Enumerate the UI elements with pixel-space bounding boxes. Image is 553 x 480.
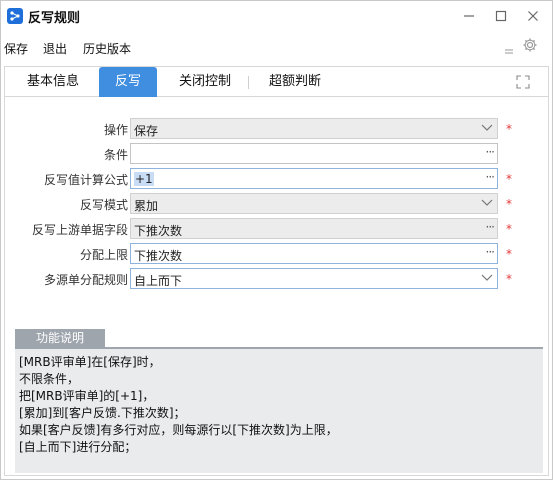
description-line: [MRB评审单]在[保存]时， <box>19 355 161 369</box>
operation-value: 保存 <box>134 124 159 138</box>
menu-bar: 保存 退出 历史版本 <box>1 34 552 60</box>
label-formula: 反写值计算公式 <box>43 173 128 187</box>
condition-ellipsis-button[interactable]: ··· <box>486 145 496 159</box>
tab-panel: 基本信息 反写 关闭控制 超额判断 操作 保存 * 条件 ··· 反写值计算公式… <box>4 66 549 476</box>
tab-close-control[interactable]: 关闭控制 <box>165 67 245 97</box>
required-mark: * <box>506 247 512 261</box>
menu-save[interactable]: 保存 <box>4 40 28 57</box>
label-upstream-field: 反写上游单据字段 <box>31 223 128 237</box>
label-multi-rule: 多源单分配规则 <box>43 273 128 287</box>
formula-field[interactable]: +1 ··· <box>130 168 498 189</box>
maximize-icon <box>495 10 507 22</box>
label-condition: 条件 <box>103 148 128 162</box>
mode-select[interactable]: 累加 <box>130 193 498 214</box>
upstream-field[interactable]: 下推次数 ··· <box>130 218 498 239</box>
required-mark: * <box>506 272 512 286</box>
required-mark: * <box>506 197 512 211</box>
row-upstream-field: 反写上游单据字段 下推次数 ··· * <box>5 218 548 239</box>
tab-writeback[interactable]: 反写 <box>99 67 157 97</box>
formula-value: +1 <box>134 172 154 186</box>
chevron-down-icon <box>481 124 493 131</box>
tab-overlimit[interactable]: 超额判断 <box>255 67 335 97</box>
close-button[interactable] <box>518 5 548 27</box>
multi-rule-select[interactable]: 自上而下 <box>130 268 498 289</box>
description-panel: [MRB评审单]在[保存]时， 不限条件， 把[MRB评审单]的[+1]， [累… <box>15 347 543 473</box>
tab-bar: 基本信息 反写 关闭控制 超额判断 <box>5 67 548 97</box>
minimize-icon <box>464 15 474 17</box>
gear-icon[interactable] <box>522 37 538 56</box>
title-bar: 反写规则 <box>1 1 552 31</box>
multi-rule-value: 自上而下 <box>134 274 183 288</box>
app-logo-icon <box>7 8 23 24</box>
limit-field[interactable]: 下推次数 ··· <box>130 243 498 264</box>
description-line: [累加]到[客户反馈.下推次数]； <box>19 406 186 420</box>
chevron-down-icon <box>481 274 493 281</box>
description-line: [自上而下]进行分配； <box>19 440 137 454</box>
description-line: 把[MRB评审单]的[+1]， <box>19 389 155 403</box>
expand-icon[interactable] <box>516 75 530 89</box>
maximize-button[interactable] <box>486 5 516 27</box>
row-formula: 反写值计算公式 +1 ··· * <box>5 168 548 189</box>
mode-value: 累加 <box>134 199 159 213</box>
tab-basic-info[interactable]: 基本信息 <box>13 67 93 97</box>
description-tab[interactable]: 功能说明 <box>15 329 105 347</box>
row-operation: 操作 保存 * <box>5 118 548 139</box>
upstream-field-value: 下推次数 <box>134 224 183 238</box>
row-multi-rule: 多源单分配规则 自上而下 * <box>5 268 548 289</box>
menu-history[interactable]: 历史版本 <box>83 40 131 57</box>
required-mark: * <box>506 172 512 186</box>
required-mark: * <box>506 222 512 236</box>
upstream-ellipsis-button[interactable]: ··· <box>486 220 496 234</box>
description-line: 如果[客户反馈]有多行对应，则每源行以[下推次数]为上限， <box>19 423 338 437</box>
row-condition: 条件 ··· <box>5 143 548 164</box>
condition-field[interactable]: ··· <box>130 143 498 164</box>
description-line: 不限条件， <box>19 372 80 386</box>
menu-overflow-icon[interactable] <box>505 44 513 58</box>
row-limit: 分配上限 下推次数 ··· * <box>5 243 548 264</box>
limit-value: 下推次数 <box>134 249 183 263</box>
row-mode: 反写模式 累加 * <box>5 193 548 214</box>
required-mark: * <box>506 122 512 136</box>
limit-ellipsis-button[interactable]: ··· <box>486 245 496 259</box>
close-icon <box>528 11 538 21</box>
label-limit: 分配上限 <box>79 248 128 262</box>
chevron-down-icon <box>481 199 493 206</box>
tab-separator <box>248 76 249 89</box>
operation-select[interactable]: 保存 <box>130 118 498 139</box>
label-mode: 反写模式 <box>79 198 128 212</box>
formula-ellipsis-button[interactable]: ··· <box>486 170 496 184</box>
minimize-button[interactable] <box>454 5 484 27</box>
rule-window: 反写规则 保存 退出 历史版本 基本信息 反写 关闭控制 超额判断 操作 保存 … <box>0 0 553 480</box>
label-operation: 操作 <box>103 123 128 137</box>
menu-exit[interactable]: 退出 <box>43 40 67 57</box>
window-title: 反写规则 <box>28 11 81 26</box>
